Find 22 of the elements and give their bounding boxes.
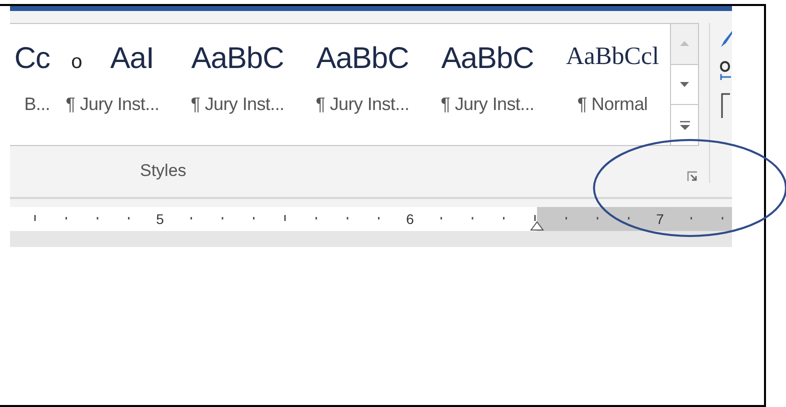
style-name[interactable]: ¶ Jury Inst... xyxy=(66,94,160,115)
style-name[interactable]: B... xyxy=(24,94,50,115)
style-preview[interactable]: AaI xyxy=(110,44,154,74)
ruler-number: 7 xyxy=(656,211,664,227)
expand-icon xyxy=(680,120,690,130)
style-name[interactable]: ¶ Normal xyxy=(577,94,648,115)
caret-up-icon xyxy=(680,41,689,46)
caret-down-icon xyxy=(680,82,689,87)
style-preview[interactable]: AaBbC xyxy=(316,44,409,74)
ruler-number: 6 xyxy=(406,211,414,227)
style-preview[interactable]: Cc xyxy=(14,44,50,74)
style-name[interactable]: ¶ Jury Inst... xyxy=(316,94,410,115)
style-name[interactable]: ¶ Jury Inst... xyxy=(440,94,534,115)
style-preview[interactable]: AaBbC xyxy=(441,44,534,74)
ruler-number: 5 xyxy=(156,211,164,227)
dialog-launcher-icon[interactable] xyxy=(687,171,698,182)
style-preview[interactable]: AaBbCcl xyxy=(566,44,660,69)
style-preview-bullet: o xyxy=(71,51,82,74)
style-name[interactable]: ¶ Jury Inst... xyxy=(190,94,284,115)
style-preview[interactable]: AaBbC xyxy=(191,44,284,74)
group-label: Styles xyxy=(140,160,186,180)
more-styles-button[interactable] xyxy=(671,105,698,146)
